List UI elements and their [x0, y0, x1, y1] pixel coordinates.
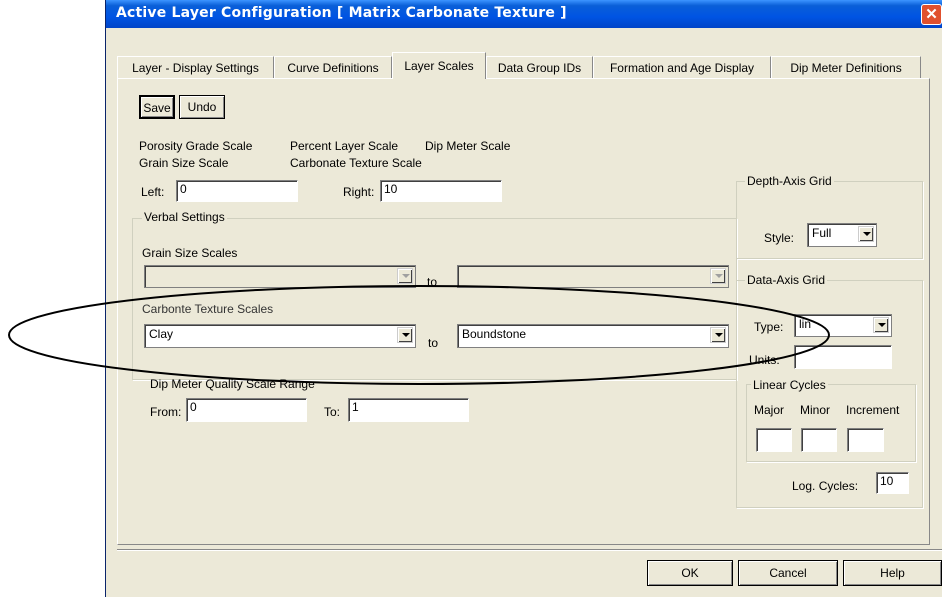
ellipse-mark: [8, 285, 830, 385]
tab-layer-scales[interactable]: Layer Scales: [392, 52, 486, 79]
highlight-ellipse-annotation: [8, 285, 830, 385]
